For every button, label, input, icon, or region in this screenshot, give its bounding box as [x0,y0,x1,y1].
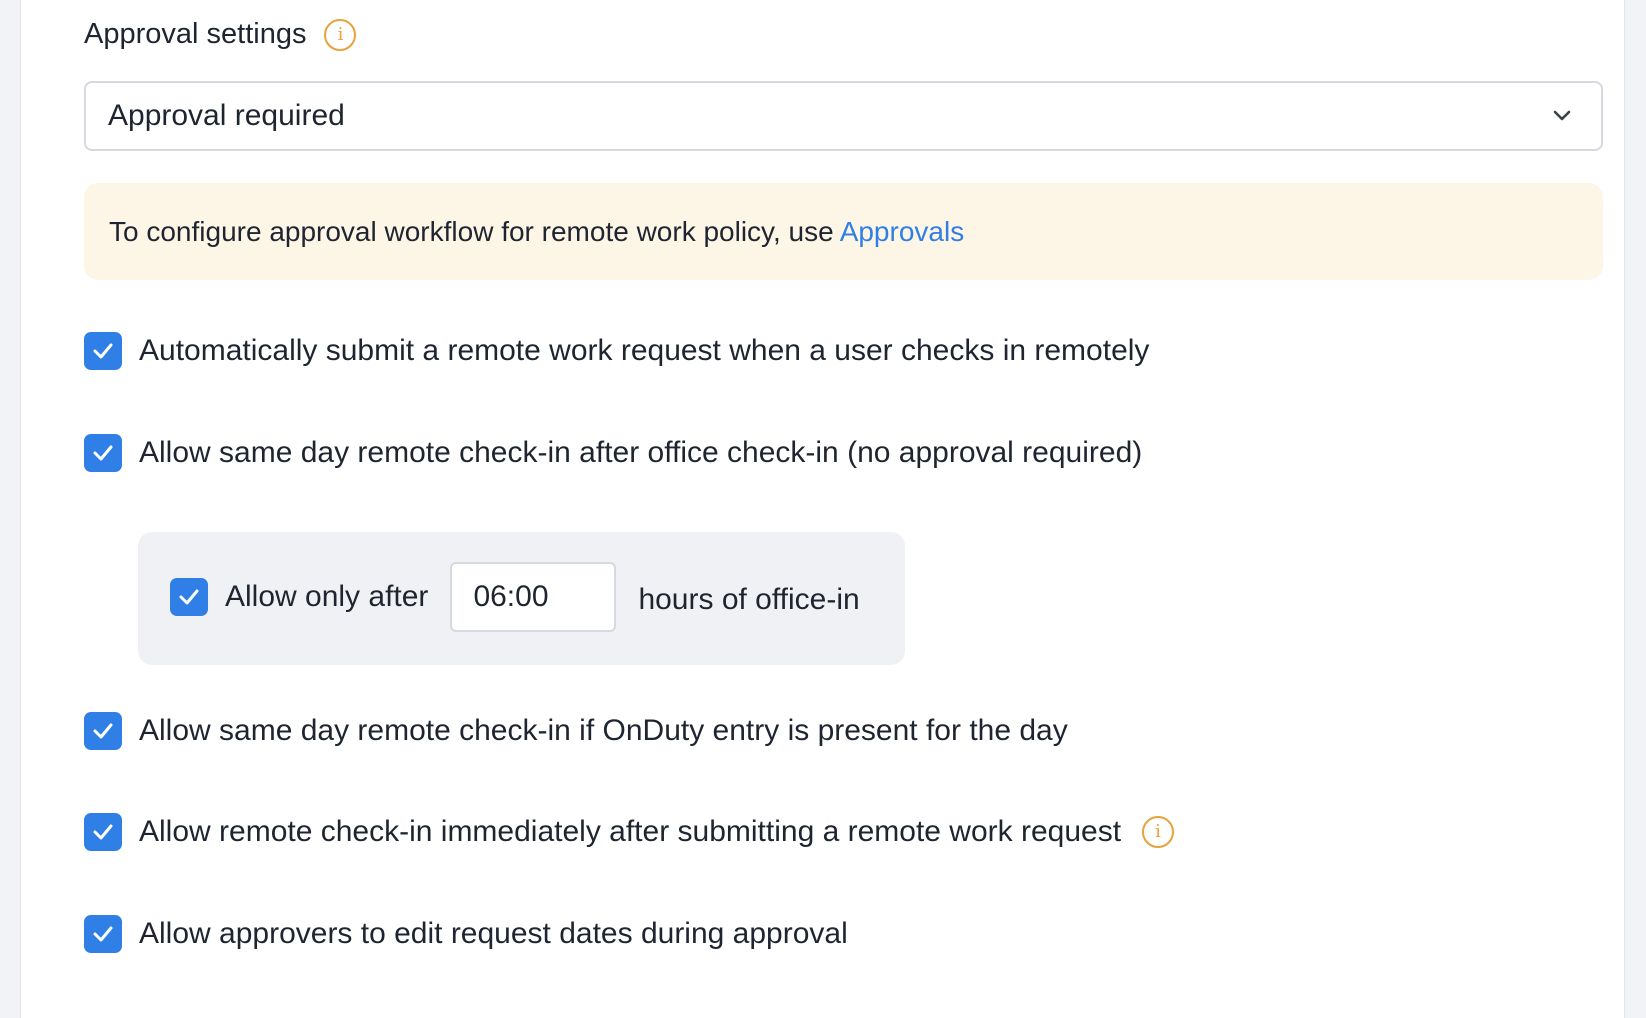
chevron-down-icon [1553,110,1571,121]
option-auto-submit[interactable]: Automatically submit a remote work reque… [84,332,1149,370]
hours-suffix-label: hours of office-in [638,583,860,616]
checkmark-icon [179,589,199,605]
option-onduty[interactable]: Allow same day remote check-in if OnDuty… [84,712,1068,750]
settings-panel: Approval settings i Approval required To… [20,0,1625,1018]
edit-dates-label: Allow approvers to edit request dates du… [139,917,848,950]
allow-only-after-label: Allow only after [225,580,429,613]
option-immediate-checkin[interactable]: Allow remote check-in immediately after … [84,813,1175,851]
onduty-label: Allow same day remote check-in if OnDuty… [139,714,1068,747]
checkmark-icon [93,343,113,359]
allow-only-after-checkbox[interactable] [170,578,208,616]
option-same-day-office[interactable]: Allow same day remote check-in after off… [84,434,1142,472]
approval-settings-header: Approval settings i [84,18,357,51]
checkmark-icon [93,723,113,739]
onduty-checkbox[interactable] [84,712,122,750]
notice-text: To configure approval workflow for remot… [109,215,834,247]
info-icon[interactable]: i [324,18,357,51]
section-title: Approval settings [84,18,307,50]
same-day-office-label: Allow same day remote check-in after off… [139,436,1143,469]
same-day-office-checkbox[interactable] [84,434,122,472]
auto-submit-label: Automatically submit a remote work reque… [139,334,1150,367]
immediate-checkin-checkbox[interactable] [84,813,122,851]
checkmark-icon [93,926,113,942]
checkmark-icon [93,824,113,840]
info-icon[interactable]: i [1142,816,1175,848]
allow-only-after-box: Allow only after hours of office-in [138,532,905,665]
approval-notice: To configure approval workflow for remot… [84,183,1603,280]
approval-select-value: Approval required [108,99,345,132]
allow-only-after-row: Allow only after hours of office-in [170,562,860,632]
approvals-link[interactable]: Approvals [840,216,965,248]
edit-dates-checkbox[interactable] [84,915,122,953]
auto-submit-checkbox[interactable] [84,332,122,370]
approval-select[interactable]: Approval required [84,81,1603,151]
option-edit-dates[interactable]: Allow approvers to edit request dates du… [84,915,848,953]
immediate-checkin-label: Allow remote check-in immediately after … [139,815,1122,848]
checkmark-icon [93,445,113,461]
hours-input[interactable] [450,562,617,632]
